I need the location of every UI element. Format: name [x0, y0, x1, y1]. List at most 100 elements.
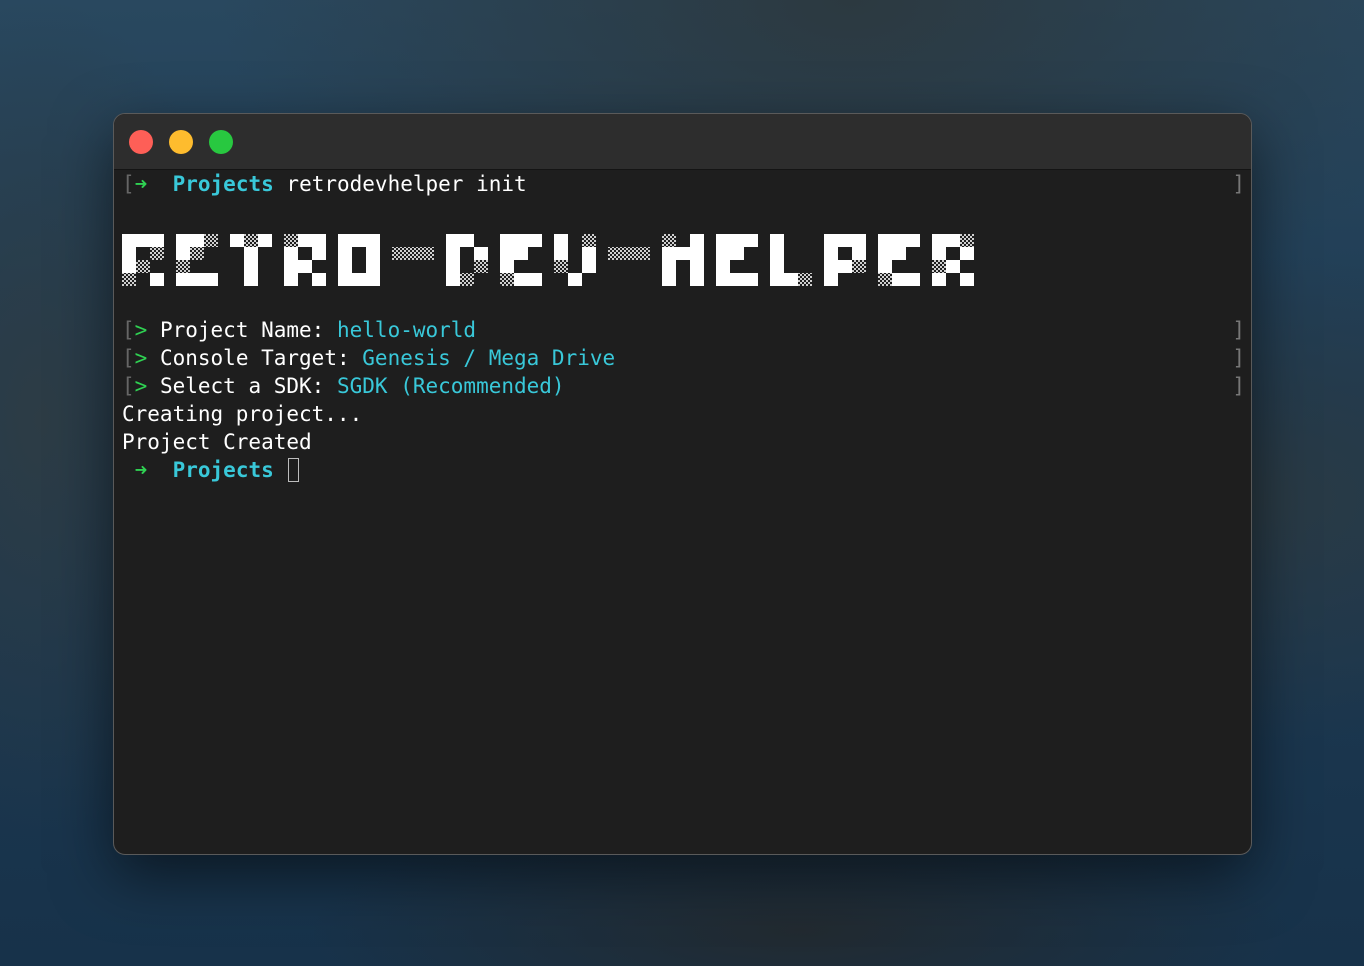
banner-pixel — [932, 260, 946, 273]
bracket-left: [ — [122, 172, 135, 196]
question-marker: > — [134, 318, 148, 342]
banner-pixel — [716, 247, 730, 260]
banner-pixel — [392, 247, 406, 260]
banner-pixel — [284, 273, 298, 286]
banner-pixel — [878, 247, 892, 260]
banner-pixel — [244, 273, 258, 286]
banner-pixel — [716, 273, 730, 286]
banner-pixel — [352, 273, 366, 286]
banner-pixel — [582, 234, 596, 247]
minimize-button[interactable] — [169, 130, 193, 154]
banner-pixel — [190, 234, 204, 247]
banner-pixel — [136, 234, 150, 247]
title-bar[interactable] — [114, 114, 1251, 170]
banner-pixel — [366, 260, 380, 273]
banner-pixel — [716, 260, 730, 273]
banner-pixel — [690, 234, 704, 247]
banner-pixel — [338, 234, 352, 247]
banner-pixel — [852, 260, 866, 273]
banner-pixel — [690, 260, 704, 273]
banner-pixel — [744, 273, 758, 286]
banner-pixel — [284, 234, 298, 247]
output-line: Project Created — [122, 430, 312, 454]
banner-pixel — [190, 247, 204, 260]
banner-pixel — [730, 273, 744, 286]
banner-pixel — [338, 260, 352, 273]
banner-pixel — [554, 247, 568, 260]
banner-pixel — [366, 273, 380, 286]
banner-pixel — [690, 247, 704, 260]
banner-pixel — [852, 247, 866, 260]
question-line: [> Select a SDK: SGDK (Recommended)] — [122, 374, 1245, 398]
banner-pixel — [244, 247, 258, 260]
banner-pixel — [798, 273, 812, 286]
close-button[interactable] — [129, 130, 153, 154]
question-value: SGDK (Recommended) — [337, 374, 565, 398]
banner-pixel — [460, 273, 474, 286]
banner-pixel — [298, 234, 312, 247]
banner-pixel — [244, 260, 258, 273]
banner-pixel — [528, 234, 542, 247]
banner-pixel — [838, 260, 852, 273]
banner-pixel — [824, 234, 838, 247]
banner-pixel — [892, 247, 906, 260]
bracket-right: ] — [1232, 172, 1245, 196]
banner-pixel — [662, 273, 676, 286]
banner-pixel — [878, 234, 892, 247]
ascii-banner-art — [122, 234, 974, 286]
banner-pixel — [932, 273, 946, 286]
banner-pixel — [554, 234, 568, 247]
banner-pixel — [906, 234, 920, 247]
banner-pixel — [150, 234, 164, 247]
banner-pixel — [838, 234, 852, 247]
text-cursor — [288, 458, 300, 482]
prompt-directory: Projects — [172, 458, 274, 482]
current-prompt: ➜ Projects — [122, 456, 1251, 484]
terminal-output[interactable]: [➜ Projects retrodevhelper init] [> Proj… — [122, 170, 1251, 854]
banner-pixel — [636, 247, 650, 260]
question-line: [> Project Name: hello-world] — [122, 318, 1245, 342]
banner-pixel — [150, 247, 164, 260]
terminal-window: [➜ Projects retrodevhelper init] [> Proj… — [113, 113, 1252, 855]
banner-pixel — [852, 234, 866, 247]
prompt-directory: Projects — [172, 172, 274, 196]
banner-pixel — [258, 234, 272, 247]
banner-pixel — [338, 247, 352, 260]
banner-pixel — [420, 247, 434, 260]
banner-pixel — [514, 247, 528, 260]
banner-pixel — [460, 234, 474, 247]
banner-pixel — [662, 260, 676, 273]
question-label: Project Name: — [159, 318, 325, 342]
banner-pixel — [824, 247, 838, 260]
banner-pixel — [878, 273, 892, 286]
banner-pixel — [284, 260, 298, 273]
banner-pixel — [744, 234, 758, 247]
banner-pixel — [500, 234, 514, 247]
zoom-button[interactable] — [209, 130, 233, 154]
banner-pixel — [446, 260, 460, 273]
banner-pixel — [352, 234, 366, 247]
question-label: Select a SDK: — [159, 374, 325, 398]
banner-pixel — [150, 273, 164, 286]
banner-pixel — [932, 234, 946, 247]
banner-pixel — [204, 234, 218, 247]
prompt-answers: [> Project Name: hello-world] [> Console… — [122, 316, 1251, 400]
question-line: [> Console Target: Genesis / Mega Drive] — [122, 346, 1245, 370]
banner-pixel — [500, 273, 514, 286]
question-label: Console Target: — [159, 346, 350, 370]
banner-pixel — [284, 247, 298, 260]
banner-pixel — [824, 260, 838, 273]
banner-pixel — [474, 247, 488, 260]
banner-pixel — [122, 247, 136, 260]
banner-pixel — [500, 247, 514, 260]
banner-pixel — [406, 247, 420, 260]
banner-pixel — [770, 247, 784, 260]
banner-pixel — [500, 260, 514, 273]
banner-pixel — [690, 273, 704, 286]
banner-pixel — [770, 234, 784, 247]
banner-pixel — [946, 260, 960, 273]
prompt-arrow-icon: ➜ — [134, 458, 148, 482]
question-value: Genesis / Mega Drive — [362, 346, 616, 370]
banner-pixel — [122, 260, 136, 273]
banner-pixel — [446, 234, 460, 247]
